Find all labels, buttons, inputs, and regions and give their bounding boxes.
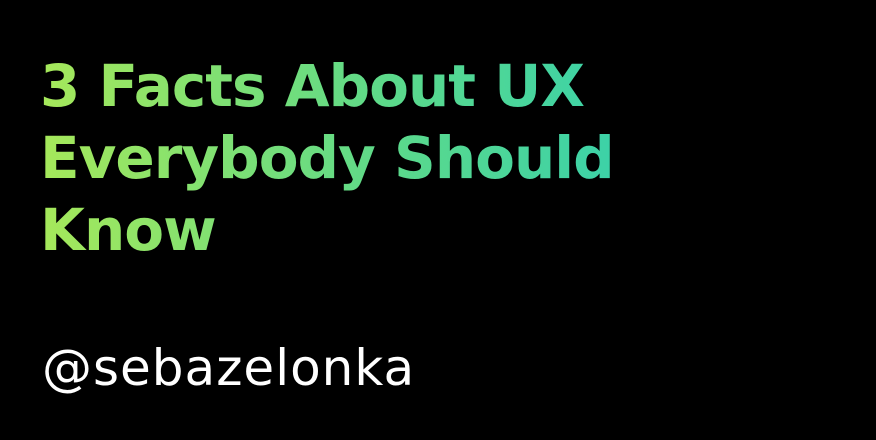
title-card: 3 Facts About UX Everybody Should Know @… <box>0 0 876 440</box>
headline-line-1: 3 Facts About UX <box>40 50 680 122</box>
author-handle: @sebazelonka <box>42 339 416 397</box>
headline-line-2: Everybody Should <box>40 122 680 194</box>
headline-line-3: Know <box>40 194 680 266</box>
headline: 3 Facts About UX Everybody Should Know <box>40 50 820 266</box>
